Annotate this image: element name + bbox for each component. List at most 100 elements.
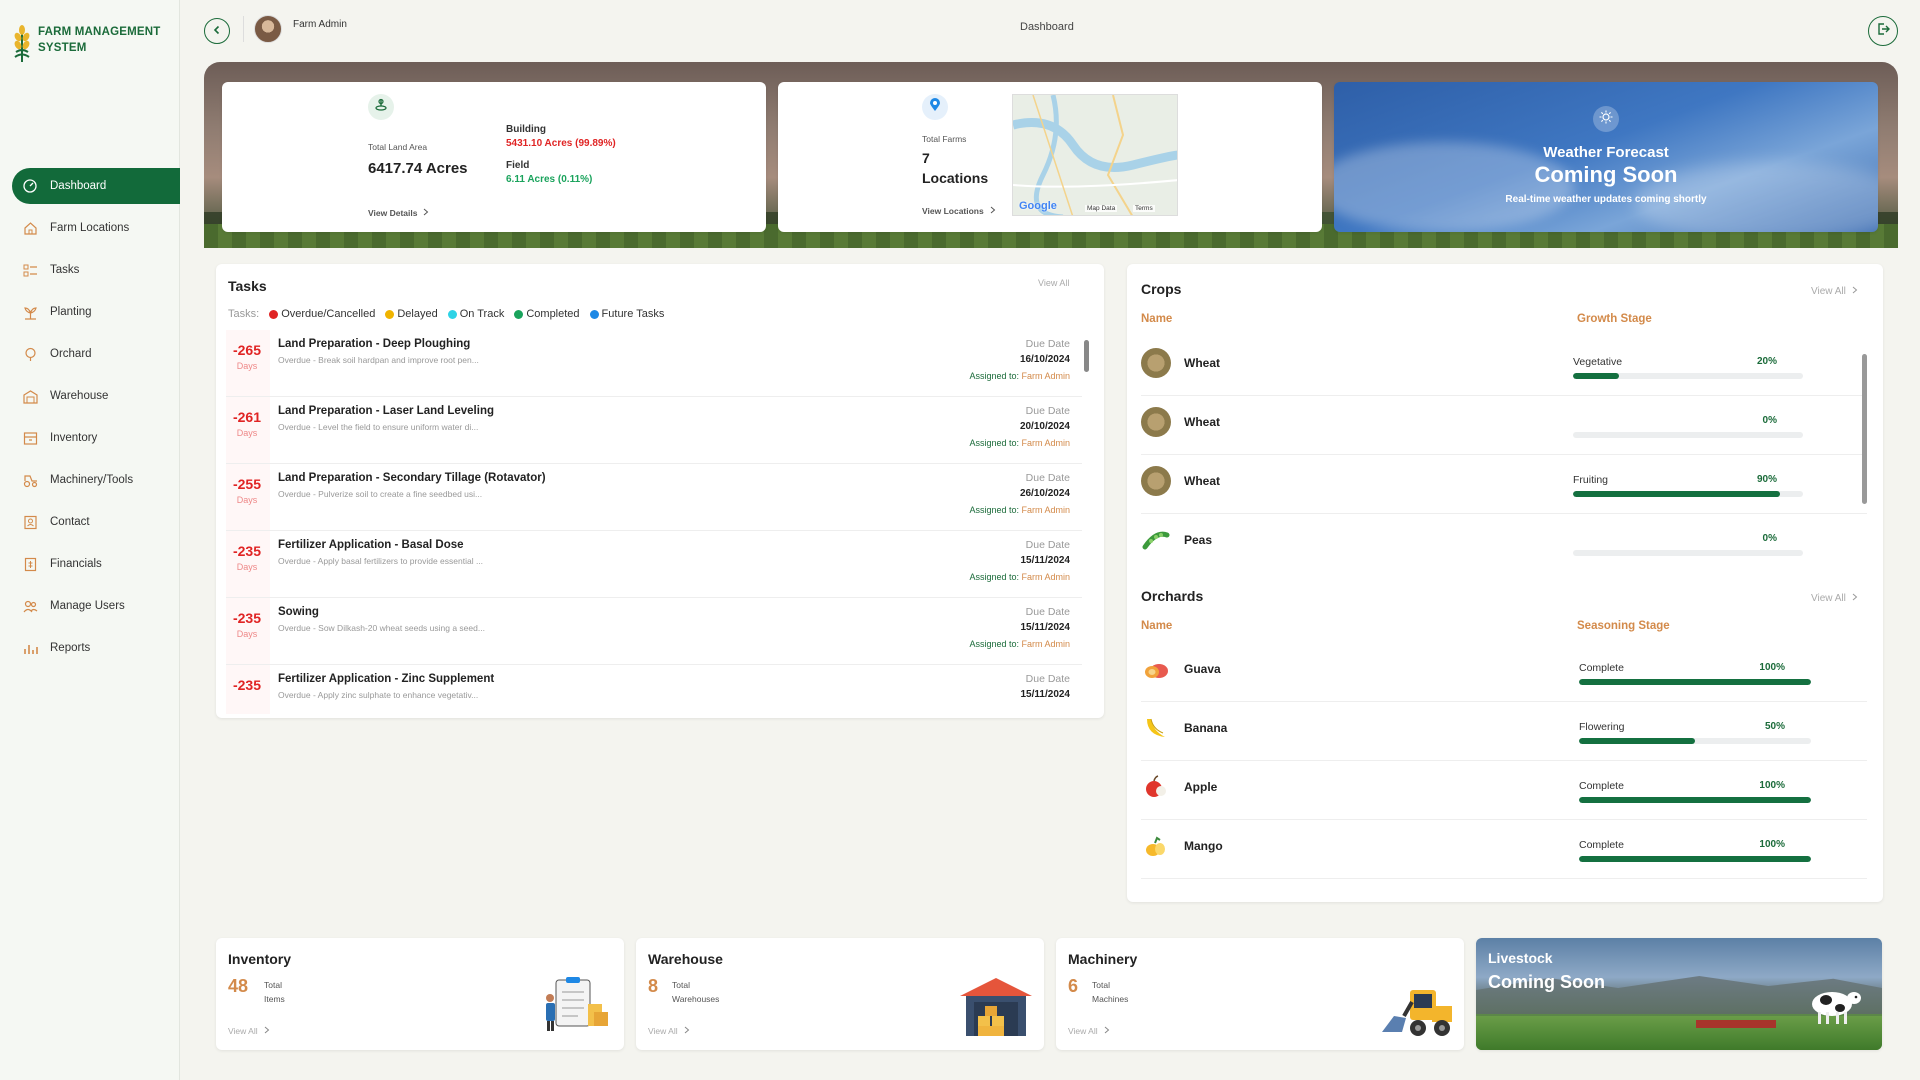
task-row[interactable]: -261 Days Land Preparation - Laser Land L… (226, 397, 1082, 464)
legend-completed[interactable]: Completed (514, 308, 580, 320)
livestock-card[interactable]: Livestock Coming Soon (1476, 938, 1882, 1050)
app-title-line1: FARM MANAGEMENT (38, 26, 161, 38)
crop-row[interactable]: Wheat 0% (1141, 397, 1867, 455)
crops-list[interactable]: Wheat Vegetative 20% Wheat 0% Wheat Frui… (1127, 338, 1867, 570)
crop-name: Wheat (1184, 415, 1220, 429)
sidebar-item-contact[interactable]: Contact (12, 504, 180, 540)
map-data-label[interactable]: Map Data (1085, 205, 1118, 212)
legend-on-track[interactable]: On Track (447, 308, 504, 320)
orchard-percent: 100% (1759, 780, 1785, 791)
farms-map[interactable]: Google Map Data Terms (1012, 94, 1178, 216)
dashboard-icon (22, 178, 38, 194)
machinery-view-all[interactable]: View All (1068, 1026, 1110, 1036)
sidebar-item-manage-users[interactable]: Manage Users (12, 588, 180, 624)
task-row[interactable]: -235 Days Fertilizer Application - Basal … (226, 531, 1082, 598)
task-row[interactable]: -235 Days Sowing Overdue - Sow Dilkash-20… (226, 598, 1082, 665)
wheat-icon (1141, 466, 1171, 496)
inventory-sub: Total Items (264, 978, 285, 1006)
warehouse-view-all[interactable]: View All (648, 1026, 690, 1036)
orchard-progress (1579, 679, 1811, 685)
warehouse-view-label: View All (648, 1026, 678, 1036)
avatar[interactable] (254, 15, 282, 43)
crops-title: Crops (1141, 281, 1182, 297)
land-marker-icon (374, 98, 388, 117)
app-logo[interactable]: FARM MANAGEMENT SYSTEM (12, 24, 160, 69)
legend-dot (447, 309, 457, 319)
back-button[interactable] (204, 18, 230, 44)
crop-name: Peas (1184, 533, 1213, 547)
task-days-label: Days (236, 495, 258, 505)
task-row[interactable]: -255 Days Land Preparation - Secondary Ti… (226, 464, 1082, 531)
contact-icon (22, 514, 38, 530)
due-date: 15/11/2024 (1020, 689, 1071, 700)
chevron-right-icon (684, 1026, 690, 1036)
orchards-view-all[interactable]: View All (1811, 593, 1858, 604)
crop-stage: Vegetative (1573, 356, 1623, 368)
machinery-card[interactable]: Machinery 6 Total Machines View All (1056, 938, 1464, 1050)
orchard-percent: 50% (1764, 721, 1785, 732)
sidebar-item-inventory[interactable]: Inventory (12, 420, 180, 456)
map-terms-label[interactable]: Terms (1133, 205, 1155, 212)
inventory-card[interactable]: Inventory 48 Total Items View All (216, 938, 624, 1050)
sidebar-item-orchard[interactable]: Orchard (12, 336, 180, 372)
total-farms-unit: Locations (922, 170, 989, 186)
sidebar-item-warehouse[interactable]: Warehouse (12, 378, 180, 414)
orchard-row[interactable]: Mango Complete 100% (1141, 821, 1867, 879)
warehouse-card[interactable]: Warehouse 8 Total Warehouses View All (636, 938, 1044, 1050)
view-locations-link[interactable]: View Locations (922, 206, 996, 216)
machinery-count: 6 (1068, 976, 1079, 996)
tasks-icon (22, 262, 38, 278)
view-details-link[interactable]: View Details (368, 208, 429, 218)
logout-button[interactable] (1868, 16, 1898, 46)
map-graphic (1013, 95, 1177, 215)
orchard-row[interactable]: Banana Flowering 50% (1141, 703, 1867, 761)
sidebar-item-label: Reports (50, 642, 91, 654)
sidebar-item-reports[interactable]: Reports (12, 630, 180, 666)
building-value: 5431.10 Acres (99.89%) (506, 138, 616, 149)
crop-row[interactable]: Wheat Fruiting 90% (1141, 456, 1867, 514)
task-days: -255 Days (232, 476, 262, 508)
due-date: 15/11/2024 (1020, 622, 1071, 633)
task-row[interactable]: -265 Days Land Preparation - Deep Ploughi… (226, 330, 1082, 397)
crop-progress (1573, 432, 1803, 438)
inventory-view-all[interactable]: View All (228, 1026, 270, 1036)
due-label: Due Date (1025, 338, 1070, 350)
divider (243, 16, 244, 42)
legend-label: Delayed (397, 308, 438, 320)
legend-delayed[interactable]: Delayed (385, 308, 438, 320)
sidebar-item-label: Machinery/Tools (50, 474, 134, 486)
crops-scrollbar[interactable] (1862, 354, 1867, 504)
orchard-row[interactable]: Guava Complete 100% (1141, 644, 1867, 702)
sidebar-item-farm-locations[interactable]: Farm Locations (12, 210, 180, 246)
sidebar-item-label: Inventory (50, 432, 98, 444)
crops-view-all[interactable]: View All (1811, 286, 1858, 297)
legend-future[interactable]: Future Tasks (589, 308, 664, 320)
legend-dot (589, 309, 599, 319)
peas-icon (1141, 525, 1171, 555)
warehouse-sub2: Warehouses (672, 994, 720, 1004)
warehouse-count: 8 (648, 976, 659, 996)
legend-overdue[interactable]: Overdue/Cancelled (269, 308, 375, 320)
machinery-icon (22, 472, 38, 488)
due-label: Due Date (1025, 606, 1070, 618)
tasks-list[interactable]: -265 Days Land Preparation - Deep Ploughi… (216, 330, 1104, 714)
sidebar-item-machinery[interactable]: Machinery/Tools (12, 462, 180, 498)
sidebar-item-financials[interactable]: Financials (12, 546, 180, 582)
orchard-percent: 100% (1759, 662, 1785, 673)
sidebar-item-tasks[interactable]: Tasks (12, 252, 180, 288)
sidebar-item-planting[interactable]: Planting (12, 294, 180, 330)
orchards-list[interactable]: Guava Complete 100% Banana Flowering 50%… (1127, 644, 1867, 884)
tasks-view-all[interactable]: View All (1038, 278, 1069, 288)
sidebar-item-dashboard[interactable]: Dashboard (12, 168, 180, 204)
crop-row[interactable]: Wheat Vegetative 20% (1141, 338, 1867, 396)
crop-row[interactable]: Peas 0% (1141, 515, 1867, 570)
task-days: -265 Days (232, 342, 262, 374)
task-days-value: -235 (232, 610, 262, 626)
task-row[interactable]: -235 Fertilizer Application - Zinc Suppl… (226, 665, 1082, 714)
reports-icon (22, 640, 38, 656)
app-title-line2: SYSTEM (38, 42, 87, 54)
tasks-scrollbar[interactable] (1084, 340, 1089, 372)
orchard-row[interactable]: Apple Complete 100% (1141, 762, 1867, 820)
task-days-label: Days (236, 629, 258, 639)
livestock-title: Livestock (1488, 950, 1553, 966)
